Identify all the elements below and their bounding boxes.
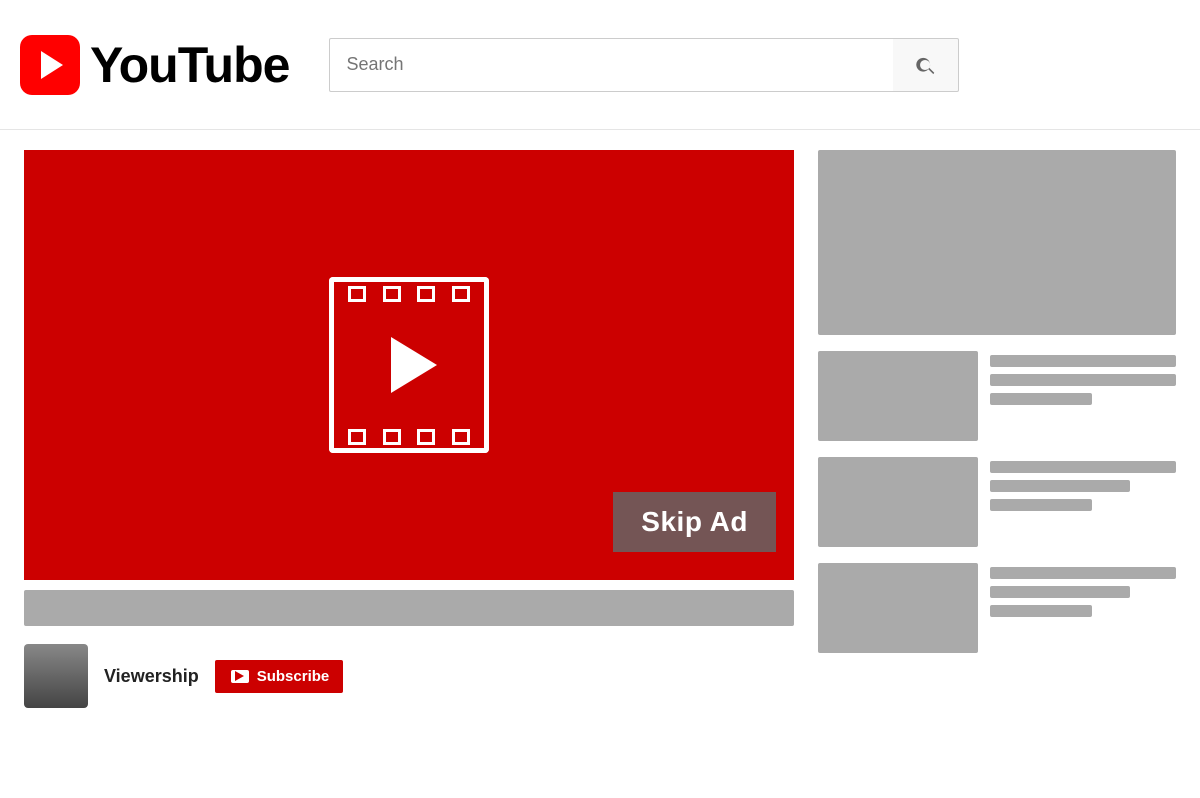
logo-area: YouTube — [20, 35, 289, 95]
list-item — [818, 563, 1176, 653]
skip-ad-button[interactable]: Skip Ad — [613, 492, 776, 552]
top-banner-ad — [818, 150, 1176, 335]
film-tooth — [383, 286, 401, 302]
video-thumbnail[interactable] — [818, 563, 978, 653]
film-body — [329, 305, 489, 425]
video-info — [990, 563, 1176, 617]
video-title-line — [990, 461, 1176, 473]
film-strip-top — [329, 277, 489, 305]
video-meta-line — [990, 499, 1092, 511]
film-tooth — [452, 429, 470, 445]
video-player[interactable]: Skip Ad — [24, 150, 794, 580]
right-column — [818, 150, 1176, 778]
film-tooth — [348, 429, 366, 445]
video-title-line-2 — [990, 480, 1130, 492]
youtube-logo-icon[interactable] — [20, 35, 80, 95]
search-area — [329, 38, 959, 92]
video-title-line — [990, 355, 1176, 367]
list-item — [818, 351, 1176, 441]
video-info — [990, 351, 1176, 405]
film-tooth — [452, 286, 470, 302]
main-content: Skip Ad Viewership Subscribe — [0, 130, 1200, 798]
video-progress-bar[interactable] — [24, 590, 794, 626]
avatar — [24, 644, 88, 708]
subscribe-button[interactable]: Subscribe — [215, 660, 344, 693]
channel-name: Viewership — [104, 666, 199, 687]
film-tooth — [383, 429, 401, 445]
play-triangle — [391, 337, 437, 393]
video-thumbnail[interactable] — [818, 457, 978, 547]
film-tooth — [417, 429, 435, 445]
film-tooth — [348, 286, 366, 302]
search-button[interactable] — [893, 38, 959, 92]
film-strip-bottom — [329, 425, 489, 453]
film-tooth — [417, 286, 435, 302]
video-play-icon — [329, 277, 489, 453]
search-input[interactable] — [329, 38, 893, 92]
search-icon — [915, 54, 937, 76]
left-column: Skip Ad Viewership Subscribe — [24, 150, 794, 778]
subscribe-label: Subscribe — [257, 668, 330, 685]
video-meta-line — [990, 605, 1092, 617]
header: YouTube — [0, 0, 1200, 130]
avatar-image — [24, 644, 88, 708]
video-title-line-2 — [990, 374, 1176, 386]
list-item — [818, 457, 1176, 547]
video-thumbnail[interactable] — [818, 351, 978, 441]
video-info — [990, 457, 1176, 511]
video-meta-line — [990, 393, 1092, 405]
channel-info: Viewership Subscribe — [24, 636, 794, 716]
site-title: YouTube — [90, 36, 289, 94]
subscribe-yt-icon — [229, 668, 251, 684]
video-title-line-2 — [990, 586, 1130, 598]
video-title-line — [990, 567, 1176, 579]
